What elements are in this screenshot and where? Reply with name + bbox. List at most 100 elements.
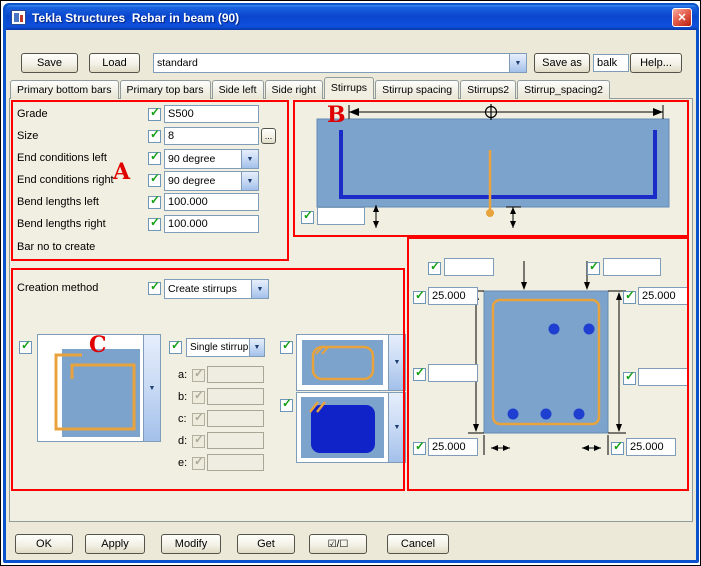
creation-method-checkbox[interactable] — [148, 282, 161, 295]
param-c-field[interactable] — [207, 410, 264, 427]
chevron-down-icon[interactable] — [241, 150, 258, 168]
cancel-button[interactable]: Cancel — [387, 534, 449, 554]
save-as-button[interactable]: Save as — [534, 53, 590, 73]
section-bottom-left-field[interactable]: 25.000 — [428, 438, 478, 456]
end-conditions-right-label: End conditions right — [17, 174, 114, 186]
bend-lengths-right-label: Bend lengths right — [17, 218, 106, 230]
param-a-field[interactable] — [207, 366, 264, 383]
window-title: Tekla Structures Rebar in beam (90) — [32, 11, 239, 25]
preset-combobox[interactable]: standard — [153, 53, 527, 73]
section-top-right-field[interactable] — [603, 258, 661, 276]
section-top-right-checkbox[interactable] — [587, 262, 600, 275]
param-e-checkbox[interactable] — [192, 457, 205, 470]
tab-side-right[interactable]: Side right — [265, 80, 323, 99]
end-conditions-left-value: 90 degree — [165, 150, 241, 168]
section-bottom-right-field[interactable]: 25.000 — [626, 438, 676, 456]
end-conditions-left-dropdown[interactable]: 90 degree — [164, 149, 259, 169]
bend-lengths-right-field[interactable]: 100.000 — [164, 215, 259, 233]
tab-stirrups[interactable]: Stirrups — [324, 77, 374, 99]
end-conditions-right-checkbox[interactable] — [148, 174, 161, 187]
tab-primary-bottom-bars[interactable]: Primary bottom bars — [10, 80, 119, 99]
chevron-down-icon[interactable] — [251, 280, 268, 298]
chevron-down-icon[interactable] — [249, 339, 264, 356]
chevron-down-icon[interactable] — [388, 393, 405, 462]
modify-button[interactable]: Modify — [161, 534, 221, 554]
stirrup-type-value: Single stirrup — [187, 339, 249, 356]
section-mid-left-checkbox[interactable] — [413, 368, 426, 381]
preset-value: standard — [154, 54, 509, 72]
param-d-label: d: — [178, 435, 187, 447]
titlebar[interactable]: Tekla Structures Rebar in beam (90) ✕ — [6, 5, 697, 30]
save-as-name-field[interactable]: balk — [593, 54, 629, 72]
section-mid-left-field[interactable] — [428, 364, 478, 382]
param-c-checkbox[interactable] — [192, 413, 205, 426]
tab-side-left[interactable]: Side left — [212, 80, 264, 99]
elevation-offset-field[interactable] — [317, 207, 365, 225]
help-button[interactable]: Help... — [630, 53, 682, 73]
elevation-offset-checkbox[interactable] — [301, 211, 314, 224]
creation-method-label: Creation method — [17, 282, 98, 294]
size-checkbox[interactable] — [148, 130, 161, 143]
grade-field[interactable]: S500 — [164, 105, 259, 123]
param-e-label: e: — [178, 457, 187, 469]
chevron-down-icon[interactable] — [509, 54, 526, 72]
size-browse-button[interactable]: ... — [261, 128, 276, 144]
tab-stirrup-spacing2[interactable]: Stirrup_spacing2 — [517, 80, 610, 99]
param-e-field[interactable] — [207, 454, 264, 471]
end-conditions-left-checkbox[interactable] — [148, 152, 161, 165]
section-top-left-field[interactable] — [444, 258, 494, 276]
hook-shape-bottom-checkbox[interactable] — [280, 399, 293, 412]
param-b-checkbox[interactable] — [192, 391, 205, 404]
screenshot-root: Tekla Structures Rebar in beam (90) ✕ Sa… — [0, 0, 701, 566]
creation-method-dropdown[interactable]: Create stirrups — [164, 279, 269, 299]
chevron-down-icon[interactable] — [241, 172, 258, 190]
bend-lengths-left-field[interactable]: 100.000 — [164, 193, 259, 211]
bend-lengths-left-label: Bend lengths left — [17, 196, 99, 208]
hook-shape-top-checkbox[interactable] — [280, 341, 293, 354]
stirrup-type-dropdown[interactable]: Single stirrup — [186, 338, 265, 357]
end-conditions-right-value: 90 degree — [165, 172, 241, 190]
stirrup-shape-picker[interactable] — [37, 334, 161, 442]
window-icon — [11, 10, 26, 25]
grade-checkbox[interactable] — [148, 108, 161, 121]
stirrup-type-checkbox[interactable] — [169, 341, 182, 354]
size-field[interactable]: 8 — [164, 127, 259, 145]
stirrup-shape-checkbox[interactable] — [19, 341, 32, 354]
ok-button[interactable]: OK — [15, 534, 73, 554]
section-side-left-checkbox[interactable] — [413, 291, 426, 304]
bend-lengths-right-checkbox[interactable] — [148, 218, 161, 231]
hook-shape-top-picker[interactable] — [296, 334, 406, 391]
chevron-down-icon[interactable] — [143, 335, 160, 441]
end-conditions-right-dropdown[interactable]: 90 degree — [164, 171, 259, 191]
section-mid-right-checkbox[interactable] — [623, 372, 636, 385]
load-button[interactable]: Load — [89, 53, 140, 73]
param-b-field[interactable] — [207, 388, 264, 405]
bar-no-to-create-label: Bar no to create — [17, 241, 95, 253]
section-mid-right-field[interactable] — [638, 368, 688, 386]
toggle-checkboxes-button[interactable]: ☑/☐ — [309, 534, 367, 554]
section-side-left-field[interactable]: 25.000 — [428, 287, 478, 305]
grade-label: Grade — [17, 108, 48, 120]
section-top-left-checkbox[interactable] — [428, 262, 441, 275]
section-side-right-checkbox[interactable] — [623, 291, 636, 304]
section-side-right-field[interactable]: 25.000 — [638, 287, 688, 305]
param-a-checkbox[interactable] — [192, 369, 205, 382]
bend-lengths-left-checkbox[interactable] — [148, 196, 161, 209]
end-conditions-left-label: End conditions left — [17, 152, 107, 164]
tab-stirrup-spacing[interactable]: Stirrup spacing — [375, 80, 459, 99]
tab-stirrups2[interactable]: Stirrups2 — [460, 80, 516, 99]
apply-button[interactable]: Apply — [85, 534, 145, 554]
tab-strip: Primary bottom bars Primary top bars Sid… — [10, 77, 611, 99]
section-bottom-left-checkbox[interactable] — [413, 442, 426, 455]
close-button[interactable]: ✕ — [672, 8, 692, 27]
hook-shape-bottom-picker[interactable] — [296, 392, 406, 463]
chevron-down-icon[interactable] — [388, 335, 405, 390]
save-button[interactable]: Save — [21, 53, 78, 73]
section-bottom-right-checkbox[interactable] — [611, 442, 624, 455]
get-button[interactable]: Get — [237, 534, 295, 554]
param-d-checkbox[interactable] — [192, 435, 205, 448]
tab-primary-top-bars[interactable]: Primary top bars — [120, 80, 211, 99]
creation-method-value: Create stirrups — [165, 280, 251, 298]
hook-shape-top-preview — [297, 335, 388, 390]
param-d-field[interactable] — [207, 432, 264, 449]
